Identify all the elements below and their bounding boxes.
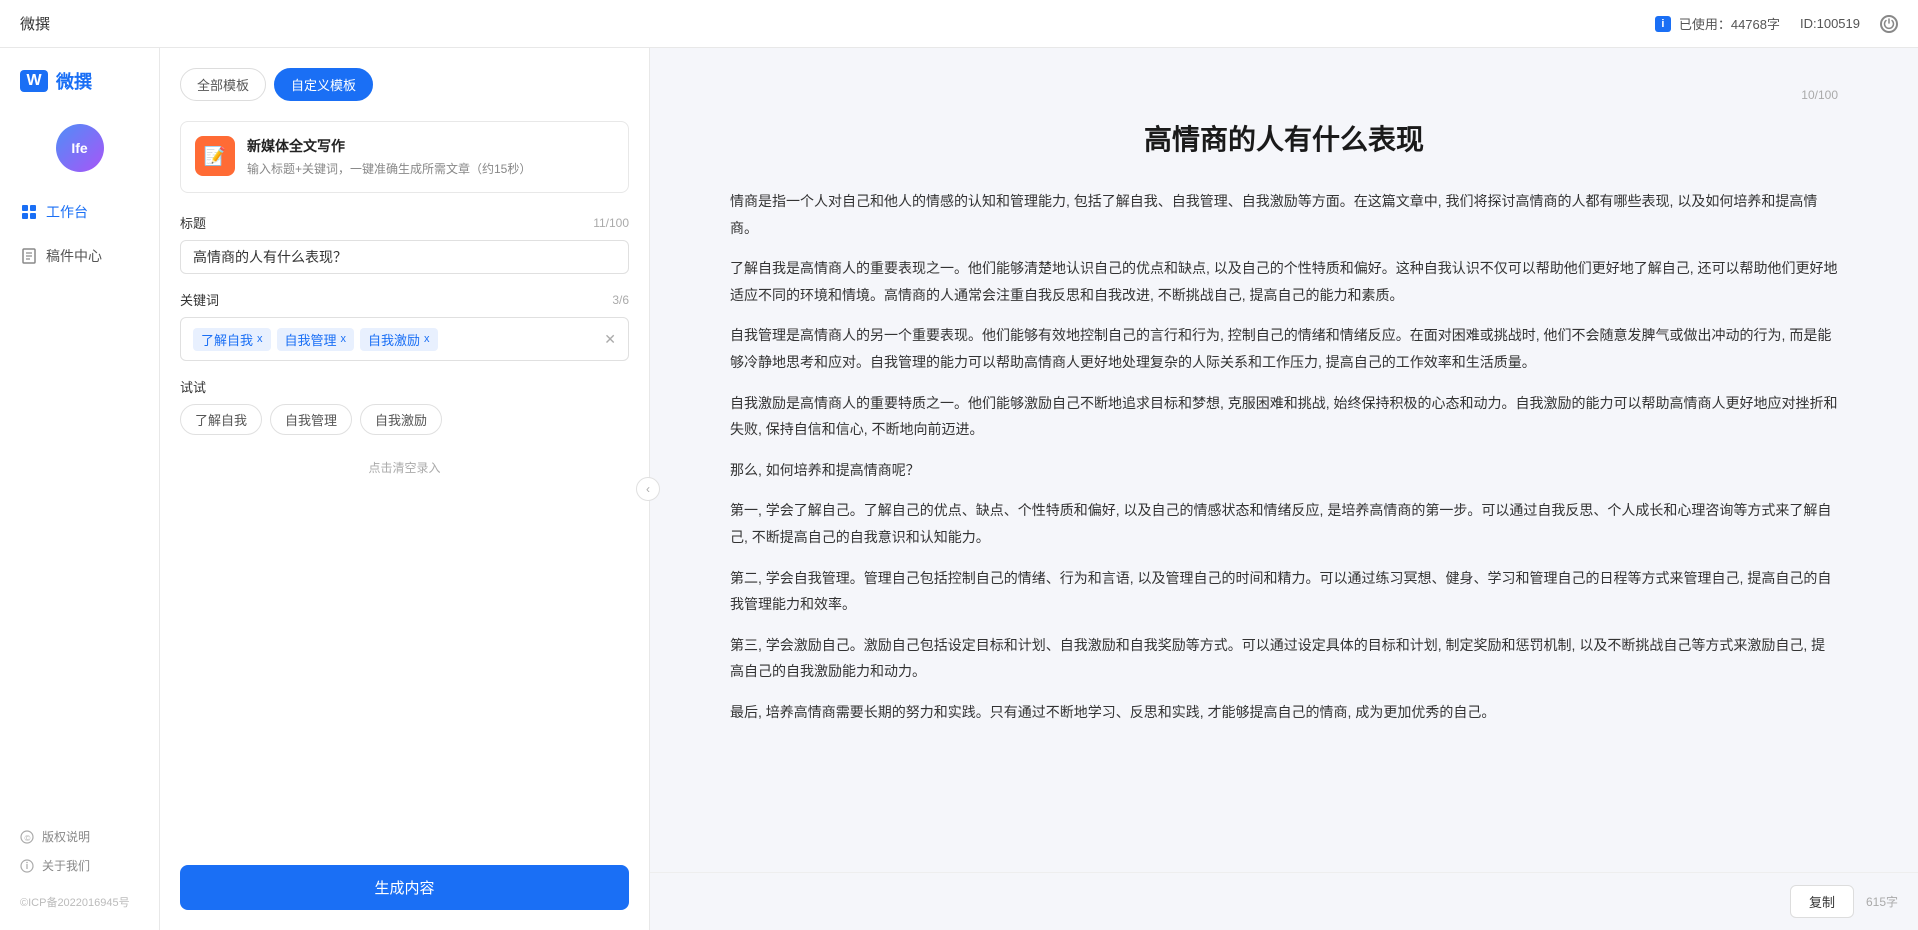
keyword-field: 关键词 3/6 了解自我 x 自我管理 x 自我激励 x xyxy=(180,290,629,361)
tag-2-close[interactable]: x xyxy=(341,333,347,345)
preview-para-4: 那么, 如何培养和提高情商呢？ xyxy=(730,457,1838,484)
tag-1[interactable]: 了解自我 x xyxy=(193,328,271,351)
preview-title: 高情商的人有什么表现 xyxy=(730,118,1838,158)
tags-container[interactable]: 了解自我 x 自我管理 x 自我激励 x ✕ xyxy=(180,317,629,361)
try-section: 试试 了解自我 自我管理 自我激励 xyxy=(180,377,629,435)
tag-1-close[interactable]: x xyxy=(257,333,263,345)
title-field: 标题 11/100 xyxy=(180,213,629,274)
header-right: i 已使用：44768字 ID:100519 xyxy=(1655,14,1898,33)
form-panel: 全部模板 自定义模板 📝 新媒体全文写作 输入标题+关键词，一键准确生成所需文章… xyxy=(160,48,650,930)
preview-para-0: 情商是指一个人对自己和他人的情感的认知和管理能力, 包括了解自我、自我管理、自我… xyxy=(730,188,1838,241)
clear-hint[interactable]: 点击清空录入 xyxy=(180,459,629,476)
collapse-arrow[interactable]: ‹ xyxy=(636,477,660,501)
info-icon: i xyxy=(1655,16,1671,32)
copy-button[interactable]: 复制 xyxy=(1790,885,1854,918)
title-input[interactable] xyxy=(180,240,629,274)
preview-para-3: 自我激励是高情商人的重要特质之一。他们能够激励自己不断地追求目标和梦想, 克服困… xyxy=(730,390,1838,443)
header-left: 微撰 xyxy=(20,13,50,34)
tab-custom[interactable]: 自定义模板 xyxy=(274,68,373,101)
try-chip-1[interactable]: 了解自我 xyxy=(180,404,262,435)
template-tabs: 全部模板 自定义模板 xyxy=(180,68,629,101)
preview-para-6: 第二, 学会自我管理。管理自己包括控制自己的情绪、行为和言语, 以及管理自己的时… xyxy=(730,565,1838,618)
preview-para-5: 第一, 学会了解自己。了解自己的优点、缺点、个性特质和偏好, 以及自己的情感状态… xyxy=(730,497,1838,550)
tag-3-close[interactable]: x xyxy=(424,333,430,345)
logo-text: 微撰 xyxy=(56,68,92,94)
workspace-icon xyxy=(20,203,38,221)
power-icon[interactable] xyxy=(1880,15,1898,33)
usage-label: 已使用：44768字 xyxy=(1679,14,1780,33)
sidebar-item-workspace[interactable]: 工作台 xyxy=(0,192,159,232)
about-label: 关于我们 xyxy=(42,857,90,874)
keyword-label: 关键词 xyxy=(180,290,219,309)
preview-panel: 10/100 高情商的人有什么表现 情商是指一个人对自己和他人的情感的认知和管理… xyxy=(650,48,1918,930)
preview-para-7: 第三, 学会激励自己。激励自己包括设定目标和计划、自我激励和自我奖励等方式。可以… xyxy=(730,632,1838,685)
try-chips: 了解自我 自我管理 自我激励 xyxy=(180,404,629,435)
sidebar-drafts-label: 稿件中心 xyxy=(46,246,102,266)
template-desc: 输入标题+关键词，一键准确生成所需文章（约15秒） xyxy=(247,160,531,178)
preview-footer: 复制 615字 xyxy=(650,872,1918,930)
title-count: 11/100 xyxy=(593,216,629,230)
tags-clear-icon[interactable]: ✕ xyxy=(604,331,616,348)
template-title: 新媒体全文写作 xyxy=(247,136,531,156)
svg-text:©: © xyxy=(25,834,31,843)
sidebar-about[interactable]: 关于我们 xyxy=(20,857,139,874)
preview-para-2: 自我管理是高情商人的另一个重要表现。他们能够有效地控制自己的言行和行为, 控制自… xyxy=(730,322,1838,375)
generate-button[interactable]: 生成内容 xyxy=(180,865,629,910)
sidebar-workspace-label: 工作台 xyxy=(46,202,88,222)
id-label: ID:100519 xyxy=(1800,16,1860,31)
drafts-icon xyxy=(20,247,38,265)
header: 微撰 i 已使用：44768字 ID:100519 xyxy=(0,0,1918,48)
header-app-name: 微撰 xyxy=(20,13,50,34)
sidebar-copyright[interactable]: © 版权说明 xyxy=(20,828,139,845)
panels-wrapper: ‹ 全部模板 自定义模板 📝 新媒体全文写作 输入标题+关键词，一键准确生成所需… xyxy=(160,48,1918,930)
preview-para-1: 了解自我是高情商人的重要表现之一。他们能够清楚地认识自己的优点和缺点, 以及自己… xyxy=(730,255,1838,308)
template-card: 📝 新媒体全文写作 输入标题+关键词，一键准确生成所需文章（约15秒） xyxy=(180,121,629,193)
main-layout: W 微撰 Ife 工作台 xyxy=(0,48,1918,930)
avatar: Ife xyxy=(56,124,104,172)
template-icon: 📝 xyxy=(195,136,235,176)
page-count: 10/100 xyxy=(730,88,1838,102)
icp-text: ©ICP备2022016945号 xyxy=(20,886,139,910)
title-label: 标题 xyxy=(180,213,206,232)
header-usage: i 已使用：44768字 xyxy=(1655,14,1780,33)
tab-all[interactable]: 全部模板 xyxy=(180,68,266,101)
sidebar-logo: W 微撰 xyxy=(0,68,159,124)
logo-w: W xyxy=(20,70,48,92)
preview-content: 10/100 高情商的人有什么表现 情商是指一个人对自己和他人的情感的认知和管理… xyxy=(650,48,1918,872)
tag-2[interactable]: 自我管理 x xyxy=(277,328,355,351)
sidebar-footer: © 版权说明 关于我们 ©ICP备2022016945号 xyxy=(0,828,159,910)
preview-para-8: 最后, 培养高情商需要长期的努力和实践。只有通过不断地学习、反思和实践, 才能够… xyxy=(730,699,1838,726)
tag-3[interactable]: 自我激励 x xyxy=(360,328,438,351)
sidebar-item-drafts[interactable]: 稿件中心 xyxy=(0,236,159,276)
keyword-count: 3/6 xyxy=(612,293,629,307)
try-chip-3[interactable]: 自我激励 xyxy=(360,404,442,435)
template-info: 新媒体全文写作 输入标题+关键词，一键准确生成所需文章（约15秒） xyxy=(247,136,531,178)
try-label: 试试 xyxy=(180,377,629,396)
word-count: 615字 xyxy=(1866,893,1898,910)
copyright-label: 版权说明 xyxy=(42,828,90,845)
sidebar: W 微撰 Ife 工作台 xyxy=(0,48,160,930)
preview-body: 情商是指一个人对自己和他人的情感的认知和管理能力, 包括了解自我、自我管理、自我… xyxy=(730,188,1838,726)
try-chip-2[interactable]: 自我管理 xyxy=(270,404,352,435)
sidebar-nav: 工作台 稿件中心 xyxy=(0,192,159,828)
